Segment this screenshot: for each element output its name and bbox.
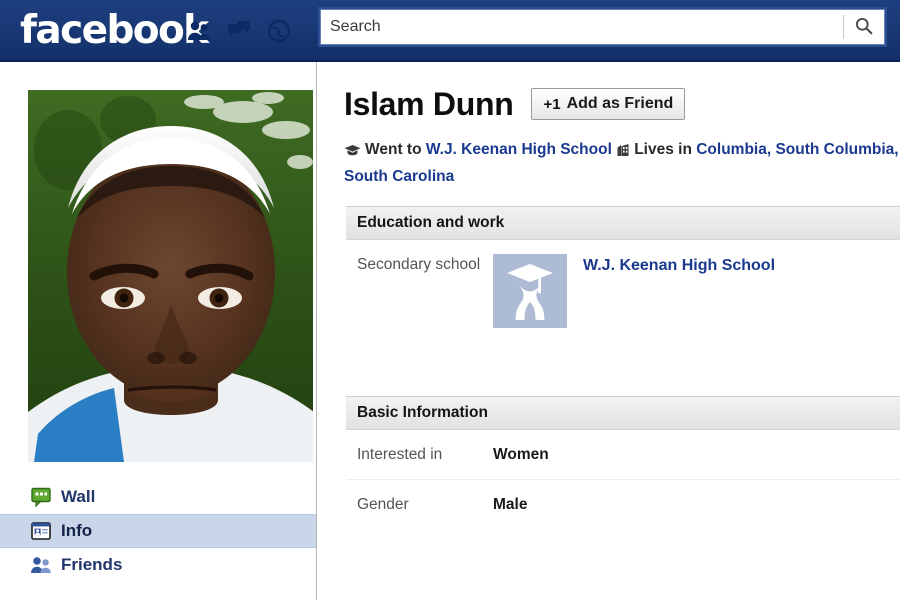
search-button[interactable]	[844, 10, 884, 44]
location-prefix: Lives in	[634, 141, 692, 158]
section-title: Education and work	[357, 214, 505, 231]
add-friend-plus-icon: +1	[543, 95, 561, 113]
section-title: Basic Information	[357, 404, 488, 421]
graduate-icon[interactable]	[493, 254, 567, 328]
section-basic-information: Basic Information Interested in Women Ge…	[346, 396, 900, 529]
friend-requests-icon[interactable]	[186, 18, 212, 44]
section-header: Basic Information	[346, 396, 900, 430]
section-education-and-work: Education and work Secondary school W.J.…	[346, 206, 900, 342]
page-title: Islam Dunn	[344, 86, 514, 122]
info-card-icon	[30, 520, 52, 542]
table-row: Secondary school W.J. Keenan High School	[346, 240, 900, 342]
education-prefix: Went to	[365, 141, 422, 158]
profile-meta: Went to W.J. Keenan High School Lives in…	[344, 138, 900, 189]
home-icon	[616, 141, 630, 165]
search-icon	[854, 16, 874, 39]
friends-icon	[30, 554, 52, 576]
profile-nav-list: Wall Info Friends	[0, 480, 316, 582]
education-link[interactable]: W.J. Keenan High School	[426, 141, 612, 158]
section-header: Education and work	[346, 206, 900, 240]
table-row: Gender Male	[346, 480, 900, 529]
search-input[interactable]	[321, 11, 843, 43]
profile-header: Islam Dunn +1 Add as Friend	[344, 86, 686, 122]
row-label: Interested in	[357, 446, 443, 463]
school-link[interactable]: W.J. Keenan High School	[583, 254, 775, 275]
row-label: Gender	[357, 496, 409, 513]
wall-icon	[30, 486, 52, 508]
sidebar-item-label: Info	[61, 521, 93, 540]
sidebar-item-label: Wall	[61, 487, 96, 506]
search-box[interactable]	[320, 9, 885, 45]
profile-sidebar: Wall Info Friends	[0, 62, 317, 600]
row-value: Women	[493, 446, 549, 463]
sidebar-item-label: Friends	[61, 555, 123, 574]
notifications-icon[interactable]	[266, 18, 292, 44]
profile-photo[interactable]	[28, 90, 313, 462]
table-row: Interested in Women	[346, 430, 900, 480]
top-navigation-bar: facebook	[0, 0, 900, 62]
header-icon-group	[186, 18, 292, 44]
row-label: Secondary school	[357, 256, 481, 273]
facebook-logo[interactable]: facebook	[20, 9, 209, 53]
messages-icon[interactable]	[226, 18, 252, 44]
add-friend-label: Add as Friend	[566, 95, 674, 112]
profile-main-content: Islam Dunn +1 Add as Friend Went to W.J.…	[318, 62, 900, 600]
graduation-cap-icon	[344, 141, 361, 165]
row-value: Male	[493, 496, 528, 513]
sidebar-item-info[interactable]: Info	[0, 514, 316, 548]
add-as-friend-button[interactable]: +1 Add as Friend	[531, 88, 686, 120]
sidebar-item-friends[interactable]: Friends	[0, 548, 316, 582]
sidebar-item-wall[interactable]: Wall	[0, 480, 316, 514]
facebook-profile-page: facebook Search Wall Info Friends Islam …	[0, 0, 900, 600]
